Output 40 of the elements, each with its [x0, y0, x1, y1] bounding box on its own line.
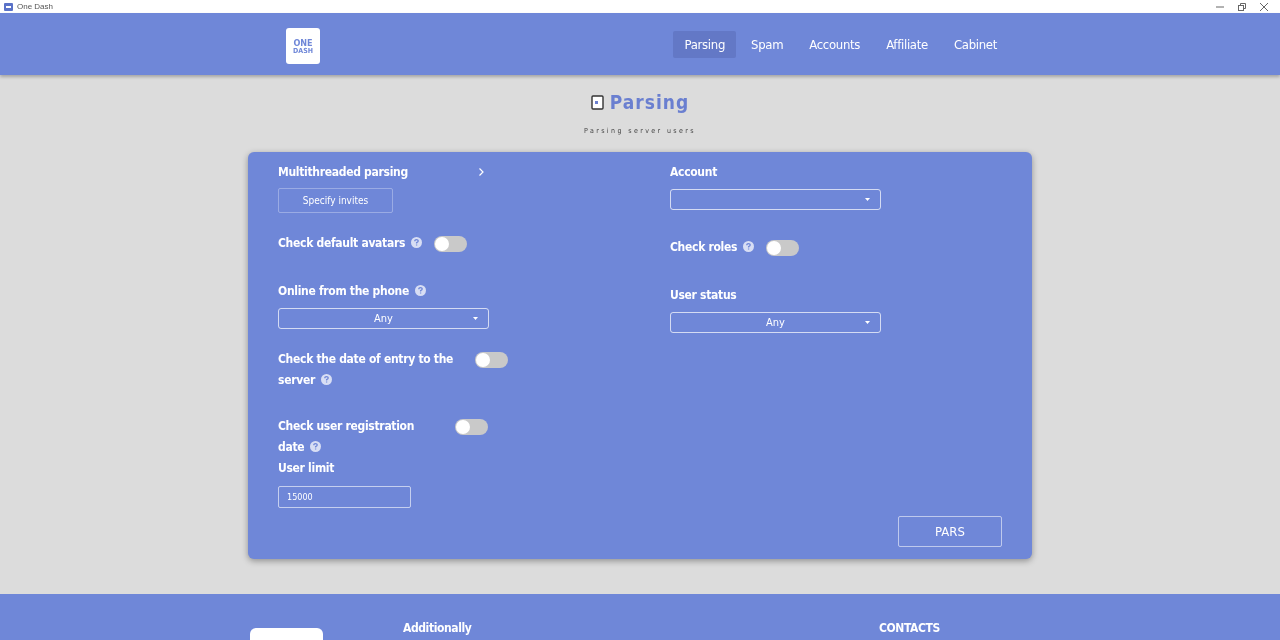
- select-field[interactable]: Any: [278, 308, 489, 329]
- help-icon[interactable]: [411, 237, 423, 248]
- footer-heading: CONTACTS: [879, 621, 940, 635]
- toggle-label: Check the date of entry to the server: [278, 351, 455, 389]
- toggle-label: Check default avatars: [278, 233, 423, 254]
- toggle-switch[interactable]: [766, 240, 800, 256]
- nav-tab[interactable]: Spam: [740, 30, 795, 58]
- toggle-switch[interactable]: [475, 352, 508, 368]
- nav-tab[interactable]: Affiliate: [875, 30, 939, 58]
- input-field[interactable]: 15000: [278, 486, 411, 508]
- caret-icon[interactable]: [865, 198, 870, 201]
- toggle-switch[interactable]: [455, 419, 488, 435]
- chevron-icon[interactable]: [479, 168, 484, 176]
- page-title: Parsing: [609, 91, 690, 113]
- help-icon[interactable]: [743, 241, 755, 252]
- restore-icon[interactable]: [1238, 2, 1246, 11]
- nav-tab[interactable]: Accounts: [798, 30, 872, 58]
- nav-tab[interactable]: Parsing: [673, 30, 736, 58]
- field-label: Online from the phone: [278, 281, 670, 301]
- select-field[interactable]: [670, 189, 881, 210]
- toggle-switch[interactable]: [434, 236, 468, 252]
- field-label: User status: [670, 287, 738, 304]
- section-label: Multithreaded parsing: [278, 164, 408, 181]
- close-icon[interactable]: [1260, 2, 1268, 11]
- caret-icon[interactable]: [473, 317, 478, 320]
- pars-button[interactable]: PARS: [898, 516, 1002, 547]
- nav-tab[interactable]: Cabinet: [942, 30, 1008, 58]
- help-icon[interactable]: [310, 441, 322, 452]
- clipboard-icon: [590, 94, 604, 110]
- help-icon[interactable]: [414, 285, 426, 296]
- toggle-label: Check user registration date: [278, 418, 416, 456]
- specify-invites-button[interactable]: Specify invites: [278, 188, 393, 213]
- window-title: One Dash: [17, 2, 54, 11]
- select-field[interactable]: Any: [670, 312, 881, 333]
- field-label: User limit: [278, 460, 336, 477]
- field-label: Account: [670, 164, 719, 181]
- help-icon[interactable]: [320, 374, 332, 385]
- caret-icon[interactable]: [865, 321, 870, 324]
- toggle-label: Check roles: [670, 237, 755, 258]
- footer-heading: Additionally: [403, 621, 472, 635]
